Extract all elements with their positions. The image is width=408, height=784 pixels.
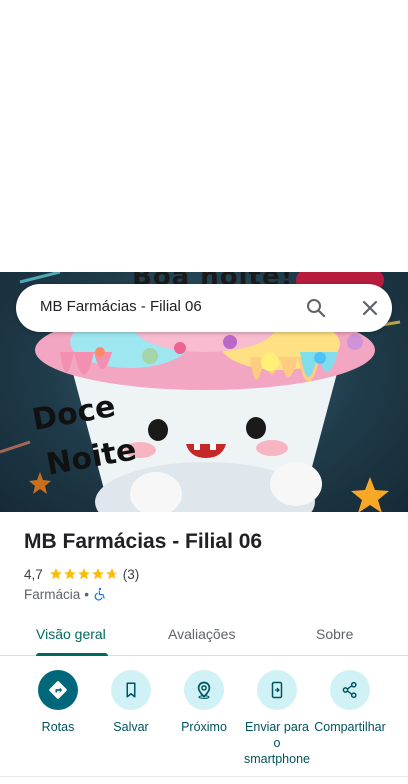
star-rating <box>49 567 119 581</box>
rating-value: 4,7 <box>24 566 43 582</box>
send-to-phone-label: Enviar para o smartphone <box>243 720 310 766</box>
place-title: MB Farmácias - Filial 06 <box>24 530 263 553</box>
tab-reviews[interactable]: Avaliações <box>168 626 235 642</box>
nearby-icon[interactable] <box>184 670 224 710</box>
wheelchair-icon[interactable] <box>93 587 107 601</box>
divider <box>0 776 408 777</box>
map-blank-area <box>0 0 408 272</box>
send-to-phone-icon[interactable] <box>257 670 297 710</box>
place-category: Farmácia <box>24 586 81 602</box>
nearby-label: Próximo <box>181 720 227 734</box>
save-label: Salvar <box>113 720 149 734</box>
share-button[interactable]: Compartilhar <box>312 670 388 735</box>
save-button[interactable]: Salvar <box>95 670 167 735</box>
star-icon <box>49 568 62 580</box>
close-icon[interactable] <box>358 296 382 320</box>
nearby-button[interactable]: Próximo <box>168 670 240 735</box>
send-to-phone-button[interactable]: Enviar para o smartphone <box>240 670 314 767</box>
search-input[interactable]: MB Farmácias - Filial 06 <box>40 298 202 315</box>
star-icon <box>91 568 104 580</box>
search-icon[interactable] <box>304 296 328 320</box>
tab-about[interactable]: Sobre <box>316 626 353 642</box>
tab-overview[interactable]: Visão geral <box>36 626 106 642</box>
separator-dot: • <box>84 586 89 602</box>
place-tabs: Visão geral Avaliações Sobre <box>0 612 408 656</box>
category-row: Farmácia • <box>24 585 107 603</box>
search-bar[interactable]: MB Farmácias - Filial 06 <box>16 284 392 332</box>
directions-button[interactable]: Rotas <box>22 670 94 735</box>
share-icon[interactable] <box>330 670 370 710</box>
star-icon <box>63 568 76 580</box>
directions-label: Rotas <box>41 720 75 734</box>
bookmark-icon[interactable] <box>111 670 151 710</box>
rating-row[interactable]: 4,7 (3) <box>24 565 139 583</box>
star-icon <box>77 568 90 580</box>
star-half-icon <box>105 568 118 580</box>
review-count[interactable]: (3) <box>123 567 140 582</box>
directions-icon[interactable] <box>38 670 78 710</box>
active-tab-indicator <box>36 653 108 656</box>
share-label: Compartilhar <box>314 720 386 734</box>
